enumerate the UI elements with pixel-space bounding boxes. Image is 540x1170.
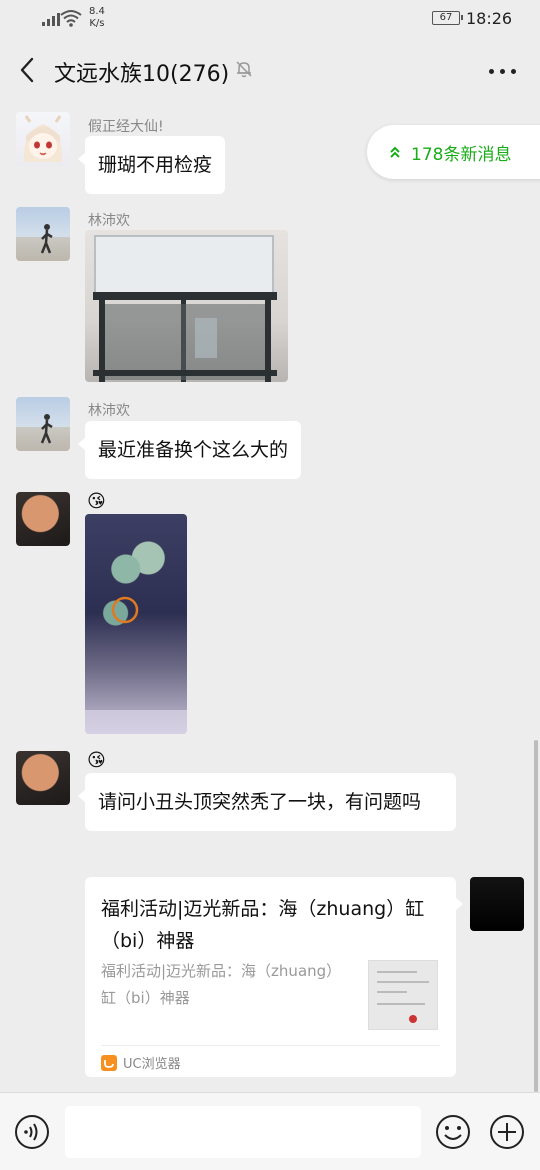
person-avatar-image: [40, 414, 53, 444]
wifi-icon: [60, 10, 82, 27]
uc-browser-icon: [101, 1054, 117, 1071]
network-speed: 8.4 K/s: [89, 6, 105, 30]
chat-title: 文远水族10(276): [54, 62, 230, 87]
speed-value: 8.4: [89, 6, 105, 17]
anime-girl-avatar-image: [23, 115, 63, 162]
source-label: UC浏览器: [123, 1057, 181, 1072]
link-card-description: 福利活动|迈光新品：海（zhuang）缸（bi）神器: [101, 962, 334, 1007]
mute-bell-icon: [236, 61, 252, 78]
plus-icon[interactable]: [488, 1114, 526, 1150]
double-chevron-up-icon: [390, 146, 400, 158]
message-input[interactable]: [65, 1106, 421, 1158]
clock: 18:26: [466, 9, 513, 28]
emoji-icon[interactable]: [434, 1114, 472, 1150]
message-text: 最近准备换个这么大的: [98, 439, 289, 461]
dot-icon: [488, 68, 494, 74]
message-image[interactable]: [85, 230, 288, 382]
message-bubble[interactable]: 最近准备换个这么大的: [77, 421, 302, 479]
person-avatar-image: [40, 224, 53, 254]
aquarium-stand-photo: [93, 235, 277, 382]
link-card-thumbnail: [368, 960, 438, 1030]
avatar[interactable]: [16, 751, 70, 805]
avatar[interactable]: [16, 112, 70, 166]
more-options-button[interactable]: [484, 62, 520, 80]
avatar[interactable]: [16, 492, 70, 546]
chevron-left-icon: [20, 57, 34, 83]
message-text: 请问小丑头顶突然秃了一块，有问题吗: [98, 791, 422, 813]
status-bar: 8.4 K/s 67 18:26: [0, 0, 540, 40]
sender-name: 林沛欢: [88, 403, 130, 419]
signal-icon: [42, 12, 60, 26]
message-bubble[interactable]: 请问小丑头顶突然秃了一块，有问题吗: [78, 773, 456, 831]
link-card-source: UC浏览器: [101, 1053, 181, 1072]
my-avatar[interactable]: [470, 877, 524, 931]
avatar[interactable]: [16, 207, 70, 261]
divider: [101, 1045, 440, 1046]
sender-emoji: 😘: [87, 491, 106, 512]
link-card-title: 福利活动|迈光新品：海（zhuang）缸（bi）神器: [101, 898, 425, 952]
battery-level: 67: [439, 12, 453, 23]
sender-emoji: 😘: [87, 750, 106, 771]
sender-name: 林沛欢: [88, 213, 130, 229]
new-messages-button[interactable]: 178条新消息: [367, 125, 540, 179]
message-bubble[interactable]: 珊瑚不用检疫: [77, 136, 226, 194]
scrollbar[interactable]: [534, 740, 538, 1092]
battery-icon: 67: [432, 11, 463, 25]
speed-unit: K/s: [89, 18, 105, 29]
dot-icon: [510, 68, 516, 74]
message-image[interactable]: [85, 514, 187, 734]
message-text: 珊瑚不用检疫: [98, 154, 213, 176]
coral-photo: [85, 596, 187, 734]
sender-name: 假正经大仙!: [88, 119, 164, 135]
voice-input-icon[interactable]: [14, 1114, 50, 1150]
chat-header: 文远水族10(276): [0, 40, 540, 102]
dot-icon: [499, 68, 505, 74]
link-card[interactable]: 福利活动|迈光新品：海（zhuang）缸（bi）神器 福利活动|迈光新品：海（z…: [85, 877, 463, 1077]
back-button[interactable]: [10, 52, 44, 88]
input-bar: [0, 1092, 540, 1170]
avatar[interactable]: [16, 397, 70, 451]
new-messages-label: 178条新消息: [411, 144, 512, 165]
